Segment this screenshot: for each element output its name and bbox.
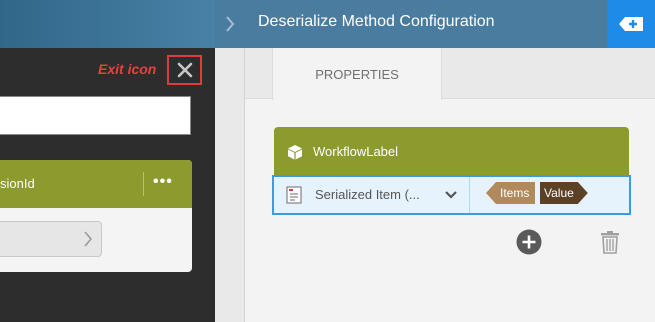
trash-icon[interactable]	[601, 230, 619, 254]
collapse-button[interactable]	[215, 0, 245, 48]
header-action-button[interactable]	[607, 0, 655, 48]
left-header	[0, 0, 215, 48]
divider	[143, 172, 144, 196]
right-header: Deserialize Method Configuration	[245, 0, 655, 48]
left-card: sionId •••	[0, 160, 192, 272]
chevron-right-icon	[84, 231, 93, 247]
left-panel: Exit icon sionId •••	[0, 0, 215, 322]
tab-properties[interactable]: PROPERTIES	[272, 48, 442, 100]
workflow-label: WorkflowLabel	[313, 144, 399, 159]
close-icon	[177, 62, 192, 78]
dropdown-value: Serialized Item (...	[315, 187, 420, 202]
left-card-header: sionId •••	[0, 160, 192, 208]
items-tag[interactable]: Items	[486, 182, 536, 204]
exit-icon-annotation: Exit icon	[98, 61, 157, 77]
document-icon	[286, 186, 302, 204]
panel-divider	[215, 0, 245, 322]
left-card-title: sionId	[0, 176, 35, 191]
left-card-select[interactable]	[0, 221, 102, 257]
add-tag-icon	[619, 17, 643, 31]
page-title: Deserialize Method Configuration	[258, 13, 495, 30]
plus-circle-icon[interactable]	[516, 229, 542, 255]
left-text-input[interactable]	[0, 96, 191, 135]
workflow-row: Serialized Item (... Items Value	[272, 175, 631, 215]
chevron-down-icon	[445, 191, 457, 199]
right-panel: Deserialize Method Configuration PROPERT…	[245, 0, 655, 322]
chevron-right-icon	[226, 16, 235, 32]
serialized-item-dropdown[interactable]: Serialized Item (...	[274, 177, 470, 213]
value-tag[interactable]: Value	[540, 182, 588, 204]
cube-icon	[288, 145, 302, 160]
tab-strip: PROPERTIES	[245, 48, 655, 100]
workflow-card-header: WorkflowLabel	[274, 127, 629, 175]
more-options-button[interactable]: •••	[153, 172, 173, 192]
workflow-card: WorkflowLabel Serialized Item (... Items…	[272, 127, 631, 217]
exit-button[interactable]	[167, 55, 202, 85]
